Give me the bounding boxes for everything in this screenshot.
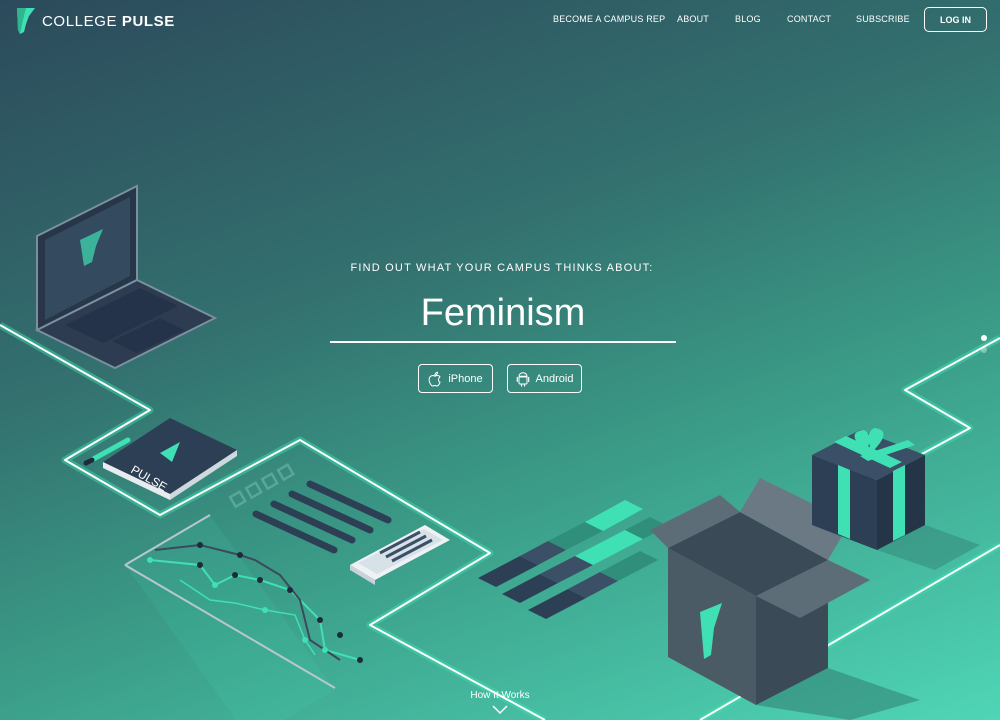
- main-nav: BECOME A CAMPUS REP ABOUT BLOG CONTACT S…: [0, 0, 1000, 40]
- hero-divider: [330, 341, 676, 343]
- hero-illustration: PULSE: [0, 184, 1000, 720]
- android-icon: [516, 371, 529, 387]
- iphone-label: iPhone: [448, 372, 483, 385]
- laptop-illustration: [34, 184, 218, 370]
- android-button[interactable]: Android: [507, 364, 582, 393]
- nav-contact[interactable]: CONTACT: [787, 14, 831, 24]
- how-it-works-link[interactable]: How It Works: [440, 690, 560, 701]
- site-header: COLLEGE PULSE BECOME A CAMPUS REP ABOUT …: [0, 0, 1000, 40]
- hero-topic: Feminism: [420, 292, 586, 334]
- chevron-down-icon[interactable]: [492, 705, 508, 715]
- phone-illustration: [350, 525, 450, 585]
- nav-blog[interactable]: BLOG: [735, 14, 761, 24]
- apple-icon: [429, 371, 441, 387]
- iphone-button[interactable]: iPhone: [418, 364, 493, 393]
- bar-blocks-illustration: [478, 500, 668, 619]
- login-button[interactable]: LOG IN: [924, 7, 987, 32]
- hero-subtitle: FIND OUT WHAT YOUR CAMPUS THINKS ABOUT:: [350, 262, 654, 274]
- carousel-dot-2[interactable]: [981, 347, 987, 353]
- nav-campus-rep[interactable]: BECOME A CAMPUS REP: [553, 14, 665, 24]
- android-label: Android: [535, 372, 574, 385]
- nav-about[interactable]: ABOUT: [677, 14, 709, 24]
- carousel-dot-1[interactable]: [981, 335, 987, 341]
- gift-box-illustration: [812, 428, 980, 570]
- nav-subscribe[interactable]: SUBSCRIBE: [856, 14, 910, 24]
- carousel-dots: [981, 335, 987, 359]
